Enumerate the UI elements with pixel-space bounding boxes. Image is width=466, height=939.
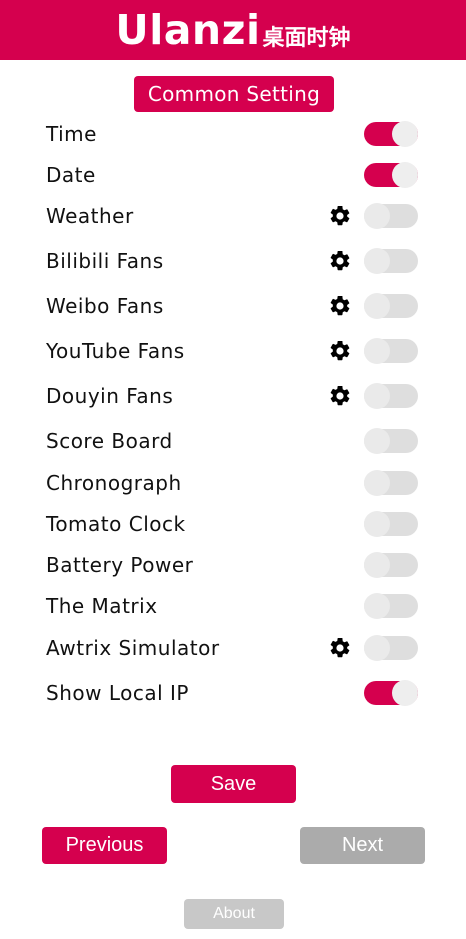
setting-row-time: Time: [0, 114, 466, 154]
setting-label: The Matrix: [46, 594, 158, 618]
setting-label: Date: [46, 163, 96, 187]
setting-row-battery-power: Battery Power: [0, 545, 466, 585]
toggle-weather[interactable]: [364, 203, 418, 229]
setting-label: Chronograph: [46, 471, 182, 495]
toggle-youtube-fans[interactable]: [364, 338, 418, 364]
setting-row-tomato-clock: Tomato Clock: [0, 504, 466, 544]
setting-row-score-board: Score Board: [0, 421, 466, 461]
setting-row-awtrix-simulator: Awtrix Simulator: [0, 628, 466, 668]
toggle-knob: [364, 203, 390, 229]
previous-button[interactable]: Previous: [42, 827, 167, 864]
setting-label: Tomato Clock: [46, 512, 186, 536]
setting-row-weather: Weather: [0, 196, 466, 236]
setting-label: Show Local IP: [46, 681, 189, 705]
toggle-weibo-fans[interactable]: [364, 293, 418, 319]
toggle-chronograph[interactable]: [364, 470, 418, 496]
toggle-the-matrix[interactable]: [364, 593, 418, 619]
toggle-knob: [364, 593, 390, 619]
setting-row-show-local-ip: Show Local IP: [0, 673, 466, 713]
setting-row-the-matrix: The Matrix: [0, 586, 466, 626]
toggle-knob: [392, 162, 418, 188]
toggle-date[interactable]: [364, 162, 418, 188]
toggle-knob: [364, 383, 390, 409]
toggle-knob: [364, 293, 390, 319]
setting-row-chronograph: Chronograph: [0, 463, 466, 503]
app-header: Ulanzi 桌面时钟: [0, 0, 466, 60]
save-button[interactable]: Save: [171, 765, 296, 803]
about-button[interactable]: About: [184, 899, 284, 929]
toggle-tomato-clock[interactable]: [364, 511, 418, 537]
toggle-knob: [364, 338, 390, 364]
setting-label: Bilibili Fans: [46, 249, 164, 273]
brand-subtitle: 桌面时钟: [262, 26, 351, 51]
toggle-knob: [364, 428, 390, 454]
toggle-knob: [392, 121, 418, 147]
setting-label: Time: [46, 122, 97, 146]
toggle-battery-power[interactable]: [364, 552, 418, 578]
setting-label: YouTube Fans: [46, 339, 185, 363]
toggle-knob: [364, 470, 390, 496]
next-button[interactable]: Next: [300, 827, 425, 864]
setting-label: Weather: [46, 204, 134, 228]
setting-row-weibo-fans: Weibo Fans: [0, 286, 466, 326]
setting-label: Awtrix Simulator: [46, 636, 220, 660]
toggle-bilibili-fans[interactable]: [364, 248, 418, 274]
setting-label: Douyin Fans: [46, 384, 174, 408]
settings-page: Ulanzi 桌面时钟 Common Setting Time Date Weathe…: [0, 0, 466, 939]
common-setting-button[interactable]: Common Setting: [134, 76, 334, 112]
gear-icon[interactable]: [328, 384, 352, 408]
setting-label: Battery Power: [46, 553, 194, 577]
toggle-douyin-fans[interactable]: [364, 383, 418, 409]
toggle-knob: [364, 552, 390, 578]
setting-row-bilibili-fans: Bilibili Fans: [0, 241, 466, 281]
gear-icon[interactable]: [328, 636, 352, 660]
gear-icon[interactable]: [328, 294, 352, 318]
setting-label: Score Board: [46, 429, 173, 453]
toggle-awtrix-simulator[interactable]: [364, 635, 418, 661]
gear-icon[interactable]: [328, 249, 352, 273]
toggle-knob: [364, 248, 390, 274]
toggle-time[interactable]: [364, 121, 418, 147]
setting-row-date: Date: [0, 155, 466, 195]
setting-row-douyin-fans: Douyin Fans: [0, 376, 466, 416]
brand-logo: Ulanzi: [115, 6, 261, 54]
toggle-knob: [364, 635, 390, 661]
toggle-score-board[interactable]: [364, 428, 418, 454]
toggle-knob: [392, 680, 418, 706]
toggle-knob: [364, 511, 390, 537]
gear-icon[interactable]: [328, 339, 352, 363]
gear-icon[interactable]: [328, 204, 352, 228]
toggle-show-local-ip[interactable]: [364, 680, 418, 706]
setting-row-youtube-fans: YouTube Fans: [0, 331, 466, 371]
setting-label: Weibo Fans: [46, 294, 164, 318]
